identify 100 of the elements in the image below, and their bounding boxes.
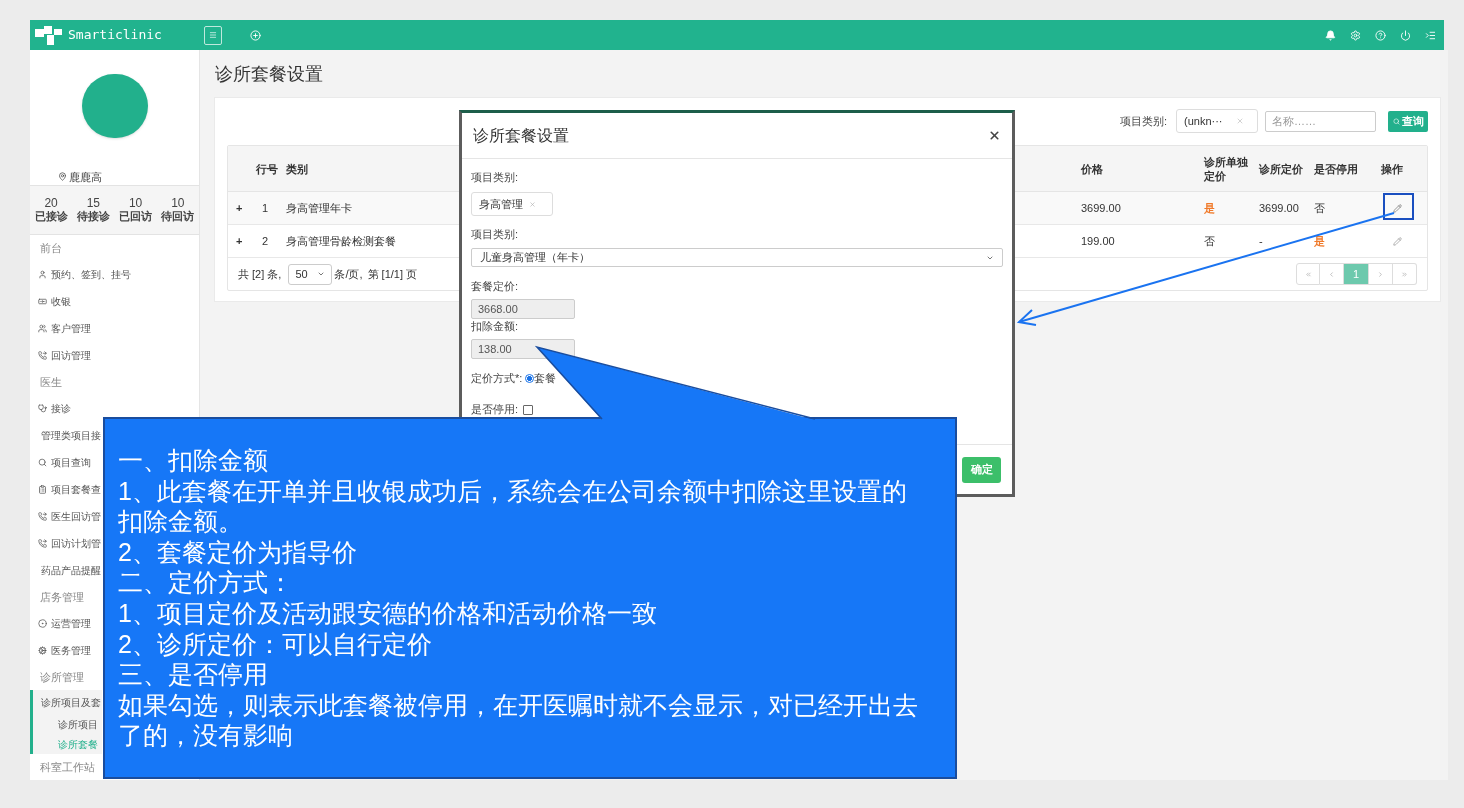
stat-label: 已回访: [119, 210, 153, 223]
menu-section-label: 科室工作站: [40, 759, 95, 775]
column-header: 诊所定价: [1259, 162, 1303, 175]
field-label: 项目类别:: [471, 171, 519, 184]
last-page-button[interactable]: [1393, 263, 1417, 285]
field-label: 扣除金额:: [471, 320, 519, 333]
note-line: 一、扣除金额: [118, 445, 269, 476]
menu-item[interactable]: 药品产品提醒: [41, 563, 101, 578]
phone-icon: [38, 351, 47, 360]
menu-item[interactable]: 收银: [51, 294, 71, 309]
remove-icon[interactable]: [529, 200, 536, 208]
table-cell: -: [1259, 234, 1263, 247]
field-label: 套餐定价:: [471, 280, 519, 293]
menu-item[interactable]: 回访计划管: [51, 536, 101, 551]
first-page-button[interactable]: [1296, 263, 1320, 285]
next-icon: [1377, 270, 1384, 278]
radio-button[interactable]: [525, 374, 535, 383]
list-icon: [38, 485, 47, 494]
stat-value: 10: [128, 197, 143, 210]
table-cell: 3699.00: [1259, 201, 1299, 214]
menu-item[interactable]: 接诊: [51, 401, 71, 416]
table-cell: 否: [1314, 201, 1325, 214]
note-line: 如果勾选，则表示此套餐被停用，在开医嘱时就不会显示，对已经开出去了的，没有影响: [118, 689, 918, 751]
help-icon[interactable]: [1375, 29, 1386, 41]
power-icon[interactable]: [1400, 29, 1411, 41]
notification-icon[interactable]: [1325, 29, 1336, 41]
dropdown-caret-icon: [317, 270, 326, 278]
menu-button[interactable]: [204, 25, 222, 45]
menu-item[interactable]: 运营管理: [51, 616, 91, 631]
menu-item[interactable]: 预约、签到、挂号: [51, 267, 131, 282]
radio-label: 套餐: [534, 371, 557, 387]
column-header: 诊所单独定价: [1204, 155, 1248, 182]
highlight-frame: [1383, 193, 1414, 220]
first-page-icon: [1304, 270, 1312, 278]
page-info: 第 [1/1] 页: [367, 266, 418, 282]
modal-title: 诊所套餐设置: [473, 125, 569, 146]
note-line: 2、套餐定价为指导价: [118, 536, 358, 568]
logo-icon: [35, 24, 62, 46]
search-icon: [38, 458, 47, 467]
menu-section-label: 店务管理: [40, 589, 84, 605]
expand-toggle[interactable]: +: [236, 201, 243, 214]
edit-icon[interactable]: [1393, 236, 1402, 246]
menu-item[interactable]: 项目套餐查: [51, 482, 101, 497]
field-label: 项目类别:: [471, 228, 519, 241]
cash-icon: [38, 297, 47, 306]
table-cell: 身高管理年卡: [286, 201, 352, 214]
settings-icon[interactable]: [1350, 29, 1361, 41]
submenu-item[interactable]: 诊所项目: [58, 716, 98, 732]
clear-icon[interactable]: [1236, 117, 1244, 125]
add-icon[interactable]: [250, 29, 261, 41]
location-pin-icon: [58, 172, 67, 182]
category-select[interactable]: (unkn···: [1176, 109, 1258, 133]
menu-item[interactable]: 回访管理: [51, 348, 91, 363]
phone-icon: [38, 512, 47, 521]
indent-icon[interactable]: [1425, 29, 1436, 41]
field-label: 是否停用:: [471, 403, 519, 416]
menu-item[interactable]: 诊所项目及套: [41, 694, 101, 710]
table-cell: 是: [1314, 234, 1325, 247]
stat-label: 已接诊: [34, 210, 68, 223]
menu-item[interactable]: 医务管理: [51, 643, 91, 658]
brand-name: Smarticlinic: [68, 26, 162, 45]
column-header: 是否停用: [1314, 162, 1358, 175]
category-tag-field[interactable]: 身高管理: [471, 192, 553, 216]
table-cell: 1: [262, 201, 269, 214]
table-cell: 否: [1204, 234, 1215, 247]
per-page-label: 条/页,: [334, 266, 363, 282]
circle-icon: [38, 619, 47, 628]
person-icon: [38, 270, 47, 279]
package-select[interactable]: 儿童身高管理（年卡）: [471, 248, 1003, 267]
previous-icon: [1328, 270, 1335, 278]
last-page-icon: [1401, 270, 1408, 278]
column-header: 类别: [286, 162, 308, 175]
menu-item[interactable]: 医生回访管: [51, 509, 101, 524]
cog-icon: [38, 646, 47, 655]
close-icon[interactable]: [988, 129, 1001, 142]
stat-value: 15: [86, 197, 101, 210]
stat-label: 待接诊: [76, 210, 110, 223]
menu-item[interactable]: 客户管理: [51, 321, 91, 336]
expand-toggle[interactable]: +: [236, 234, 243, 247]
note-line: 1、项目定价及活动跟安德的价格和活动价格一致: [118, 597, 658, 629]
menu-section-label: 医生: [40, 374, 62, 390]
note-line: 二、定价方式：: [118, 567, 294, 598]
note-line: 2、诊所定价：可以自行定价: [118, 628, 433, 660]
total-count: 共 [2] 条,: [238, 266, 282, 282]
next-page-button[interactable]: [1369, 263, 1393, 285]
page-size-select[interactable]: 50: [288, 263, 333, 285]
note-line: 1、此套餐在开单并且收银成功后，系统会在公司余额中扣除这里设置的扣除金额。: [118, 475, 908, 537]
people-icon: [38, 324, 47, 333]
stat-label: 待回访: [161, 210, 195, 223]
search-icon: [1392, 117, 1400, 125]
checkbox[interactable]: [523, 404, 534, 415]
stat-value: 10: [171, 197, 185, 210]
menu-item[interactable]: 管理类项目接: [41, 428, 101, 443]
column-header: 操作: [1381, 162, 1403, 175]
name-field[interactable]: 名称……: [1265, 110, 1376, 132]
menu-section-label: 前台: [40, 240, 62, 256]
edit-icon[interactable]: [1393, 203, 1402, 213]
menu-item[interactable]: 项目查询: [51, 455, 91, 470]
location-text: 鹿鹿高: [69, 169, 102, 185]
field-label: 定价方式*:: [471, 372, 523, 385]
